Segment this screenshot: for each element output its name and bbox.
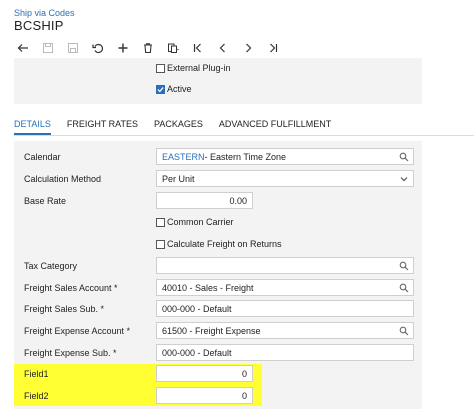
calendar-label: Calendar xyxy=(24,152,61,162)
active-checkbox-row[interactable]: Active xyxy=(156,84,192,94)
common-carrier-label: Common Carrier xyxy=(167,217,234,227)
breadcrumb[interactable]: Ship via Codes xyxy=(14,8,75,18)
copy-paste-icon xyxy=(167,43,179,53)
field2-input[interactable]: 0 xyxy=(156,387,253,404)
save-icon xyxy=(42,43,53,53)
first-record-button[interactable] xyxy=(185,38,210,58)
freight-expense-sub-field[interactable]: 000-000 - Default xyxy=(156,344,414,361)
freight-sales-account-field[interactable]: 40010 - Sales - Freight xyxy=(156,279,414,296)
first-icon xyxy=(193,43,201,53)
calc-freight-returns-label: Calculate Freight on Returns xyxy=(167,239,282,249)
calc-method-value: Per Unit xyxy=(162,173,195,184)
freight-expense-sub-label: Freight Expense Sub. * xyxy=(24,348,117,358)
freight-sales-account-label: Freight Sales Account * xyxy=(24,283,118,293)
common-carrier-row[interactable]: Common Carrier xyxy=(156,217,234,227)
next-icon xyxy=(245,43,251,53)
undo-icon xyxy=(91,43,103,54)
field1-input[interactable]: 0 xyxy=(156,365,253,382)
external-plugin-checkbox-row[interactable]: External Plug-in xyxy=(156,63,231,73)
prev-record-button[interactable] xyxy=(210,38,235,58)
next-record-button[interactable] xyxy=(235,38,260,58)
calc-freight-returns-checkbox[interactable] xyxy=(156,239,165,249)
freight-sales-sub-value: 000-000 - Default xyxy=(162,303,232,314)
save-close-button[interactable] xyxy=(60,38,85,58)
freight-sales-account-value: 40010 - Sales - Freight xyxy=(162,282,254,293)
save-button[interactable] xyxy=(35,38,60,58)
search-icon[interactable] xyxy=(399,283,409,293)
last-icon xyxy=(269,43,277,53)
tax-category-field[interactable] xyxy=(156,257,414,274)
delete-icon xyxy=(143,43,152,54)
toolbar xyxy=(10,38,285,58)
freight-expense-sub-value: 000-000 - Default xyxy=(162,347,232,358)
base-rate-value: 0.00 xyxy=(229,195,247,206)
tax-category-label: Tax Category xyxy=(24,261,78,271)
add-icon xyxy=(118,43,127,53)
tab-packages[interactable]: PACKAGES xyxy=(154,117,203,135)
external-plugin-checkbox[interactable] xyxy=(156,63,165,73)
copy-paste-button[interactable] xyxy=(160,38,185,58)
freight-expense-account-value: 61500 - Freight Expense xyxy=(162,325,261,336)
tab-bar: DETAILS FREIGHT RATES PACKAGES ADVANCED … xyxy=(14,117,347,135)
undo-button[interactable] xyxy=(85,38,110,58)
active-checkbox[interactable] xyxy=(156,84,165,94)
external-plugin-label: External Plug-in xyxy=(167,63,231,73)
search-icon[interactable] xyxy=(399,326,409,336)
last-record-button[interactable] xyxy=(260,38,285,58)
checkmark-icon xyxy=(157,86,164,92)
calc-method-label: Calculation Method xyxy=(24,174,102,184)
chevron-down-icon xyxy=(400,177,408,182)
tab-advanced-fulfillment[interactable]: ADVANCED FULFILLMENT xyxy=(219,117,331,135)
calendar-field[interactable]: EASTERN - Eastern Time Zone xyxy=(156,148,414,165)
back-icon xyxy=(17,44,28,52)
calendar-code[interactable]: EASTERN xyxy=(162,152,205,162)
calc-method-select[interactable]: Per Unit xyxy=(156,170,414,187)
field2-label: Field2 xyxy=(24,391,49,401)
page-title: BCSHIP xyxy=(14,18,64,33)
calc-freight-returns-row[interactable]: Calculate Freight on Returns xyxy=(156,239,282,249)
field2-value: 0 xyxy=(241,390,247,401)
field1-label: Field1 xyxy=(24,369,49,379)
search-icon[interactable] xyxy=(399,152,409,162)
field1-value: 0 xyxy=(241,368,247,379)
save-close-icon xyxy=(67,43,78,53)
tab-details[interactable]: DETAILS xyxy=(14,117,51,135)
back-button[interactable] xyxy=(10,38,35,58)
active-label: Active xyxy=(167,84,192,94)
base-rate-input[interactable]: 0.00 xyxy=(156,192,253,209)
freight-sales-sub-label: Freight Sales Sub. * xyxy=(24,304,105,314)
prev-icon xyxy=(219,43,225,53)
freight-sales-sub-field[interactable]: 000-000 - Default xyxy=(156,300,414,317)
freight-expense-account-label: Freight Expense Account * xyxy=(24,326,131,336)
tab-freight-rates[interactable]: FREIGHT RATES xyxy=(67,117,138,135)
calendar-desc: - Eastern Time Zone xyxy=(204,151,287,162)
common-carrier-checkbox[interactable] xyxy=(156,217,165,227)
tab-divider xyxy=(14,135,474,136)
delete-button[interactable] xyxy=(135,38,160,58)
freight-expense-account-field[interactable]: 61500 - Freight Expense xyxy=(156,322,414,339)
search-icon[interactable] xyxy=(399,261,409,271)
base-rate-label: Base Rate xyxy=(24,196,67,206)
add-button[interactable] xyxy=(110,38,135,58)
